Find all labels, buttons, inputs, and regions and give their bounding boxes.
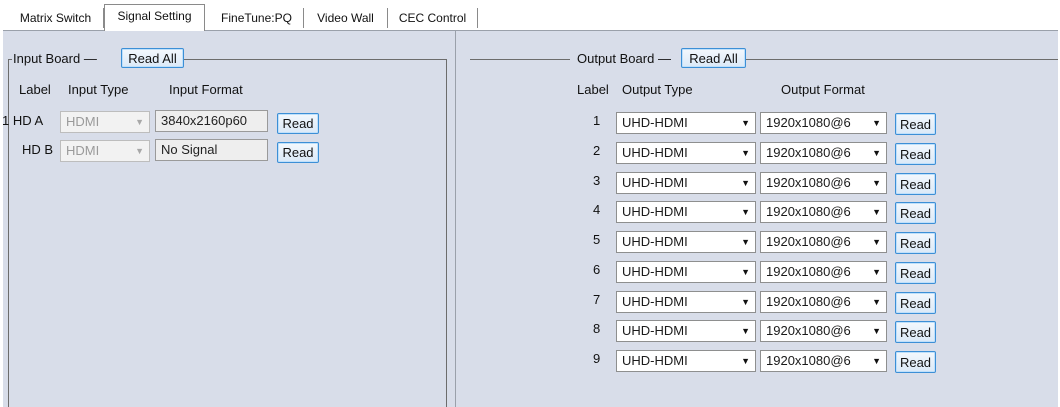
chevron-down-icon: ▼ <box>872 148 881 158</box>
chevron-down-icon: ▼ <box>872 356 881 366</box>
output-group-border-right-top <box>746 59 1058 60</box>
input-type-select[interactable]: HDMI ▼ <box>60 111 150 133</box>
output-row-label: 9 <box>593 351 601 366</box>
output-type-select[interactable]: UHD-HDMI ▼ <box>616 320 756 342</box>
output-format-select[interactable]: 1920x1080@6 ▼ <box>760 172 887 194</box>
output-type-select[interactable]: UHD-HDMI ▼ <box>616 291 756 313</box>
output-row-label: 8 <box>593 321 601 336</box>
output-type-select[interactable]: UHD-HDMI ▼ <box>616 350 756 372</box>
output-row-label: 2 <box>593 143 601 158</box>
panel-divider <box>455 30 456 407</box>
output-row-label: 3 <box>593 173 601 188</box>
input-header-type: Input Type <box>68 82 129 97</box>
output-read-button[interactable]: Read <box>895 351 936 373</box>
chevron-down-icon: ▼ <box>741 297 750 307</box>
chevron-down-icon: ▼ <box>872 267 881 277</box>
output-row-label: 5 <box>593 232 601 247</box>
output-header-label: Label <box>577 82 609 97</box>
input-header-label: Label <box>19 82 51 97</box>
output-format-select[interactable]: 1920x1080@6 ▼ <box>760 261 887 283</box>
input-format-field: 3840x2160p60 <box>155 110 268 132</box>
output-group-border-left-top <box>470 59 570 60</box>
output-read-button[interactable]: Read <box>895 262 936 284</box>
output-row-label: 4 <box>593 202 601 217</box>
output-read-button[interactable]: Read <box>895 232 936 254</box>
chevron-down-icon: ▼ <box>872 178 881 188</box>
chevron-down-icon: ▼ <box>741 148 750 158</box>
output-type-select[interactable]: UHD-HDMI ▼ <box>616 261 756 283</box>
output-format-select[interactable]: 1920x1080@6 ▼ <box>760 231 887 253</box>
output-read-button[interactable]: Read <box>895 202 936 224</box>
output-type-select[interactable]: UHD-HDMI ▼ <box>616 112 756 134</box>
input-group-border-left <box>8 59 9 407</box>
output-type-select[interactable]: UHD-HDMI ▼ <box>616 231 756 253</box>
output-read-all-button[interactable]: Read All <box>681 48 746 68</box>
output-board-title: Output Board — <box>577 51 671 66</box>
chevron-down-icon: ▼ <box>741 178 750 188</box>
output-row-label: 7 <box>593 292 601 307</box>
output-header-type: Output Type <box>622 82 693 97</box>
input-group-border-right-top <box>184 59 446 60</box>
chevron-down-icon: ▼ <box>741 267 750 277</box>
input-group-border-right <box>446 59 447 407</box>
chevron-down-icon: ▼ <box>872 326 881 336</box>
output-format-select[interactable]: 1920x1080@6 ▼ <box>760 112 887 134</box>
chevron-down-icon: ▼ <box>872 118 881 128</box>
tab-finetune-pq[interactable]: FineTune:PQ <box>210 8 304 28</box>
input-read-button[interactable]: Read <box>277 113 319 134</box>
tab-matrix-switch[interactable]: Matrix Switch <box>8 8 104 28</box>
chevron-down-icon: ▼ <box>741 207 750 217</box>
input-row-label: 1 HD A <box>2 113 44 128</box>
input-read-all-button[interactable]: Read All <box>121 48 184 68</box>
output-type-select[interactable]: UHD-HDMI ▼ <box>616 201 756 223</box>
tab-cec-control[interactable]: CEC Control <box>388 8 478 28</box>
chevron-down-icon: ▼ <box>741 237 750 247</box>
output-row-label: 1 <box>593 113 601 128</box>
output-type-select[interactable]: UHD-HDMI ▼ <box>616 142 756 164</box>
output-read-button[interactable]: Read <box>895 292 936 314</box>
tab-video-wall[interactable]: Video Wall <box>304 8 388 28</box>
input-format-field: No Signal <box>155 139 268 161</box>
tab-signal-setting[interactable]: Signal Setting <box>104 4 205 31</box>
input-row-label: HD B <box>22 142 54 157</box>
output-read-button[interactable]: Read <box>895 173 936 195</box>
output-row-label: 6 <box>593 262 601 277</box>
output-format-select[interactable]: 1920x1080@6 ▼ <box>760 320 887 342</box>
chevron-down-icon: ▼ <box>135 117 144 127</box>
output-read-button[interactable]: Read <box>895 321 936 343</box>
input-read-button[interactable]: Read <box>277 142 319 163</box>
input-board-title: Input Board — <box>13 51 97 66</box>
output-format-select[interactable]: 1920x1080@6 ▼ <box>760 201 887 223</box>
output-type-select[interactable]: UHD-HDMI ▼ <box>616 172 756 194</box>
chevron-down-icon: ▼ <box>135 146 144 156</box>
tab-bar: Matrix Switch Signal Setting FineTune:PQ… <box>0 0 1060 32</box>
chevron-down-icon: ▼ <box>872 297 881 307</box>
output-header-format: Output Format <box>781 82 865 97</box>
input-type-select[interactable]: HDMI ▼ <box>60 140 150 162</box>
chevron-down-icon: ▼ <box>872 237 881 247</box>
input-header-format: Input Format <box>169 82 243 97</box>
chevron-down-icon: ▼ <box>872 207 881 217</box>
chevron-down-icon: ▼ <box>741 326 750 336</box>
output-format-select[interactable]: 1920x1080@6 ▼ <box>760 291 887 313</box>
output-read-button[interactable]: Read <box>895 143 936 165</box>
chevron-down-icon: ▼ <box>741 118 750 128</box>
chevron-down-icon: ▼ <box>741 356 750 366</box>
output-read-button[interactable]: Read <box>895 113 936 135</box>
output-format-select[interactable]: 1920x1080@6 ▼ <box>760 350 887 372</box>
output-format-select[interactable]: 1920x1080@6 ▼ <box>760 142 887 164</box>
